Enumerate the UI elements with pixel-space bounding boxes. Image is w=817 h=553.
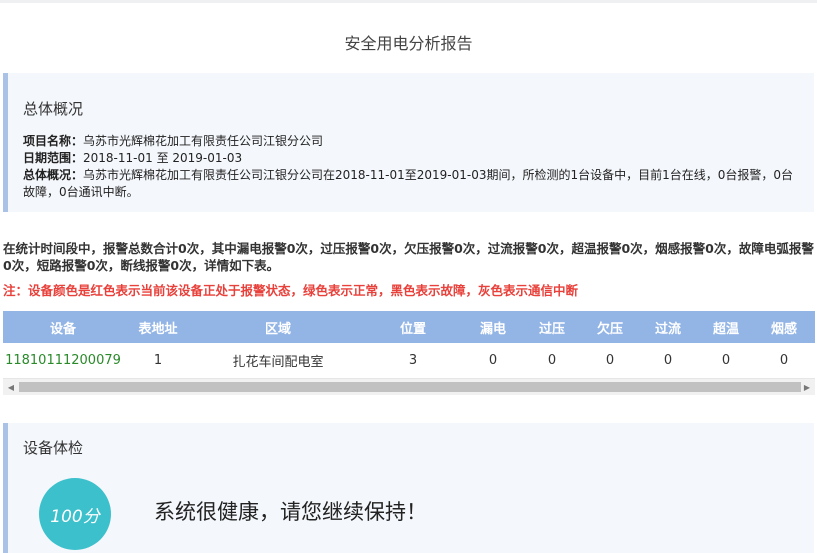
health-title: 设备体检 bbox=[23, 439, 84, 457]
score-badge: 100分 bbox=[39, 478, 111, 550]
device-table: 设备 表地址 区域 位置 漏电 过压 欠压 过流 超温 烟感 118101112… bbox=[3, 311, 815, 395]
col-meter-address: 表地址 bbox=[138, 321, 178, 337]
overtemp-cell: 0 bbox=[721, 353, 731, 368]
stats-text: 在统计时间段中，报警总数合计0次，其中漏电报警0次，过压报警0次，欠压报警0次，… bbox=[3, 241, 814, 273]
overvoltage-cell: 0 bbox=[547, 353, 557, 368]
overview-title: 总体概况 bbox=[23, 100, 84, 118]
col-device: 设备 bbox=[49, 321, 76, 337]
horizontal-scrollbar[interactable]: ◀ ▶ bbox=[3, 379, 815, 395]
table-header: 设备 表地址 区域 位置 漏电 过压 欠压 过流 超温 烟感 bbox=[3, 311, 815, 343]
scroll-right-icon[interactable]: ▶ bbox=[799, 379, 815, 395]
leakage-cell: 0 bbox=[488, 353, 498, 368]
overcurrent-cell: 0 bbox=[663, 353, 673, 368]
project-line: 项目名称：乌苏市光辉棉花加工有限责任公司江银分公司 bbox=[23, 133, 798, 150]
col-overtemp: 超温 bbox=[712, 321, 739, 337]
date-line: 日期范围：2018-11-01 至 2019-01-03 bbox=[23, 150, 798, 167]
project-value: 乌苏市光辉棉花加工有限责任公司江银分公司 bbox=[83, 134, 324, 148]
position-cell: 3 bbox=[408, 353, 418, 368]
overview-info: 项目名称：乌苏市光辉棉花加工有限责任公司江银分公司 日期范围：2018-11-0… bbox=[23, 133, 798, 201]
undervoltage-cell: 0 bbox=[605, 353, 615, 368]
smoke-cell: 0 bbox=[779, 353, 789, 368]
col-smoke: 烟感 bbox=[770, 321, 797, 337]
project-label: 项目名称： bbox=[23, 134, 84, 148]
scroll-left-icon[interactable]: ◀ bbox=[3, 379, 19, 395]
health-message: 系统很健康，请您继续保持！ bbox=[154, 500, 427, 524]
col-area: 区域 bbox=[264, 321, 291, 337]
date-value: 2018-11-01 至 2019-01-03 bbox=[83, 151, 243, 165]
col-overvoltage: 过压 bbox=[538, 321, 565, 337]
area-cell: 扎花车间配电室 bbox=[232, 355, 324, 370]
meter-address-cell: 1 bbox=[153, 353, 163, 368]
summary-line: 总体概况：乌苏市光辉棉花加工有限责任公司江银分公司在2018-11-01至201… bbox=[23, 167, 798, 201]
col-undervoltage: 欠压 bbox=[596, 321, 623, 337]
summary-value: 乌苏市光辉棉花加工有限责任公司江银分公司在2018-11-01至2019-01-… bbox=[23, 168, 794, 199]
date-label: 日期范围： bbox=[23, 151, 84, 165]
overview-card: 总体概况 项目名称：乌苏市光辉棉花加工有限责任公司江银分公司 日期范围：2018… bbox=[3, 73, 814, 212]
top-divider bbox=[0, 0, 817, 3]
table-row: 11810111200079 1 扎花车间配电室 3 0 0 0 0 0 0 bbox=[3, 343, 815, 379]
scrollbar-thumb[interactable] bbox=[19, 382, 801, 392]
col-overcurrent: 过流 bbox=[654, 321, 681, 337]
device-id-link[interactable]: 11810111200079 bbox=[3, 343, 123, 378]
legend-note: 注：设备颜色是红色表示当前该设备正处于报警状态，绿色表示正常，黑色表示故障，灰色… bbox=[3, 283, 579, 298]
col-position: 位置 bbox=[399, 321, 426, 337]
health-check-card: 设备体检 100分 系统很健康，请您继续保持！ bbox=[3, 423, 814, 553]
col-leakage: 漏电 bbox=[479, 321, 506, 337]
summary-label: 总体概况： bbox=[23, 168, 84, 182]
page-title: 安全用电分析报告 bbox=[344, 34, 473, 53]
